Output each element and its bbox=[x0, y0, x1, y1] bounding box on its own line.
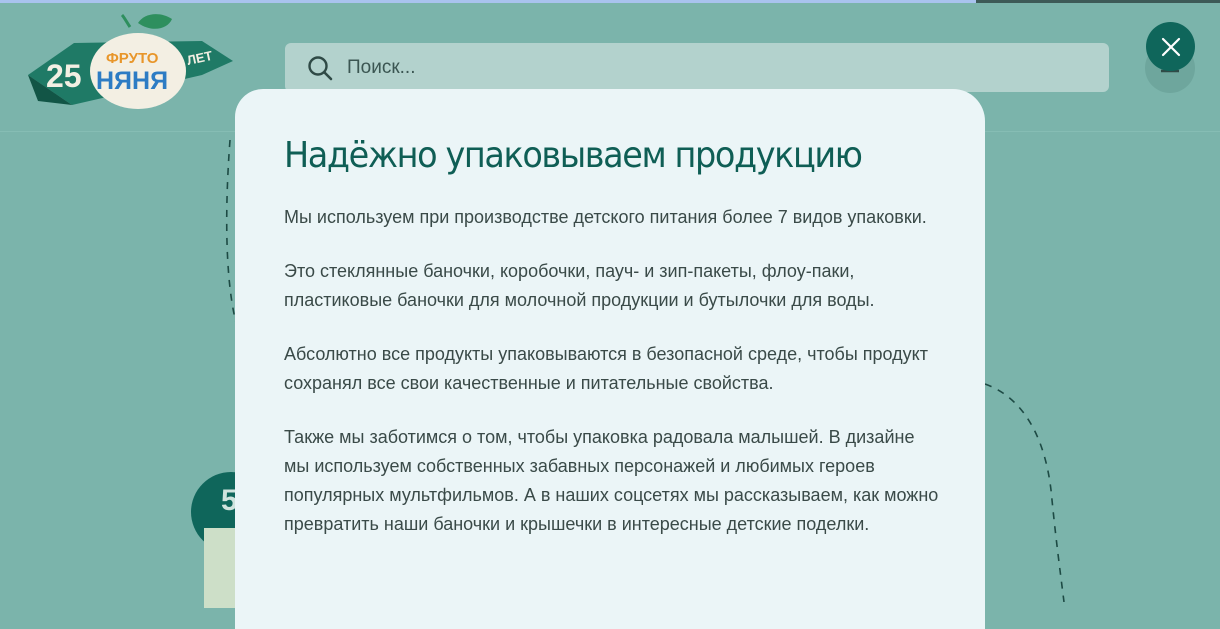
modal-paragraph: Также мы заботимся о том, чтобы упаковка… bbox=[284, 427, 939, 534]
modal-title: Надёжно упаковываем продукцию bbox=[284, 135, 863, 176]
modal-close-button[interactable] bbox=[1146, 22, 1195, 71]
modal-paragraph: Это стеклянные баночки, коробочки, пауч-… bbox=[284, 261, 875, 310]
modal-body: Мы используем при производстве детского … bbox=[284, 203, 944, 564]
close-icon bbox=[1161, 37, 1180, 56]
modal-paragraph: Мы используем при производстве детского … bbox=[284, 207, 927, 227]
info-modal: Надёжно упаковываем продукцию Мы использ… bbox=[235, 89, 985, 629]
modal-paragraph: Абсолютно все продукты упаковываются в б… bbox=[284, 344, 928, 393]
